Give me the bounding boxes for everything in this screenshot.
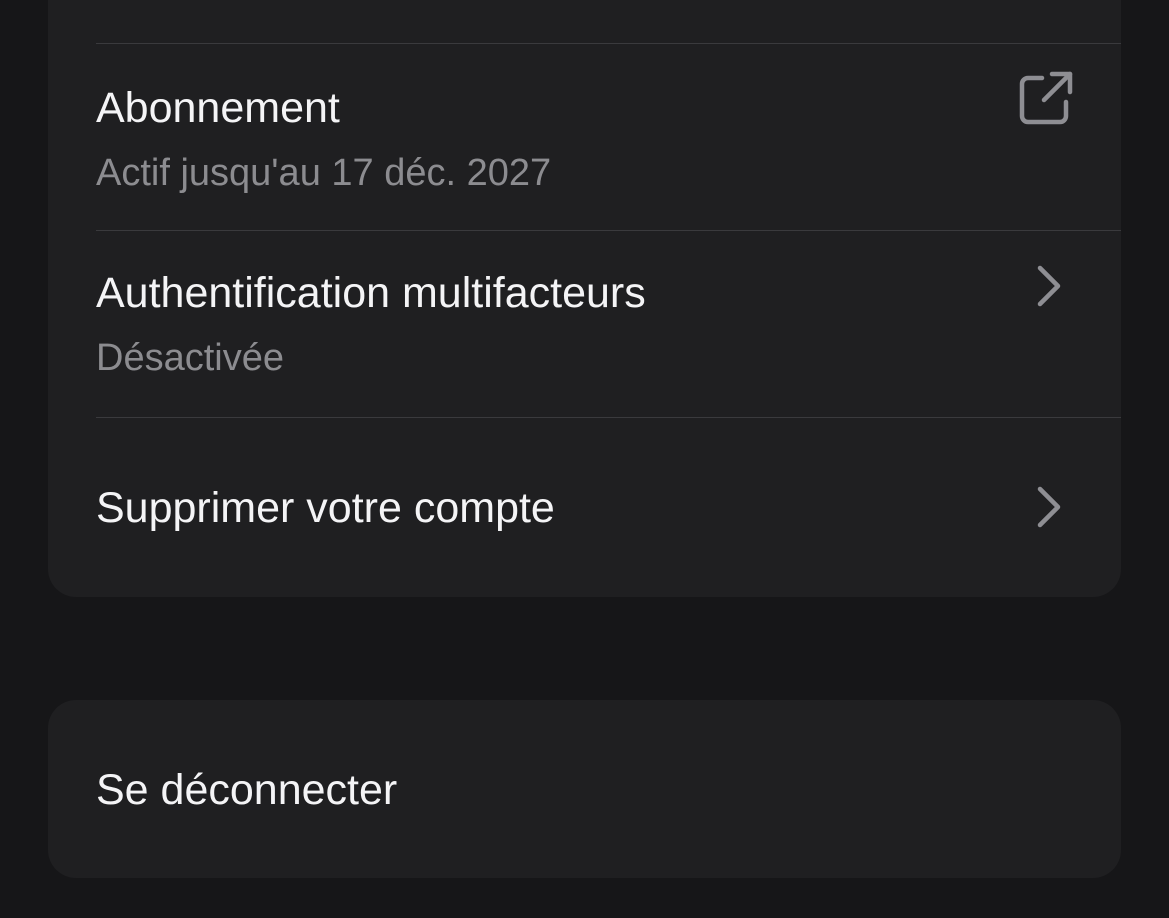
chevron-right-icon bbox=[1037, 486, 1061, 528]
logout-label: Se déconnecter bbox=[96, 766, 398, 814]
subscription-title: Abonnement bbox=[96, 84, 340, 132]
account-settings-card: Abonnement Actif jusqu'au 17 déc. 2027 A… bbox=[48, 0, 1121, 597]
subscription-row[interactable]: Abonnement Actif jusqu'au 17 déc. 2027 bbox=[48, 44, 1121, 230]
delete-account-row[interactable]: Supprimer votre compte bbox=[48, 418, 1121, 597]
mfa-row[interactable]: Authentification multifacteurs Désactivé… bbox=[48, 231, 1121, 417]
logout-card: Se déconnecter bbox=[48, 700, 1121, 878]
external-link-icon[interactable] bbox=[1018, 70, 1074, 126]
chevron-right-icon bbox=[1037, 265, 1061, 307]
delete-account-title: Supprimer votre compte bbox=[96, 484, 555, 532]
subscription-status: Actif jusqu'au 17 déc. 2027 bbox=[96, 152, 552, 194]
mfa-status: Désactivée bbox=[96, 337, 284, 379]
mfa-title: Authentification multifacteurs bbox=[96, 269, 646, 317]
logout-button[interactable]: Se déconnecter bbox=[48, 700, 1121, 878]
